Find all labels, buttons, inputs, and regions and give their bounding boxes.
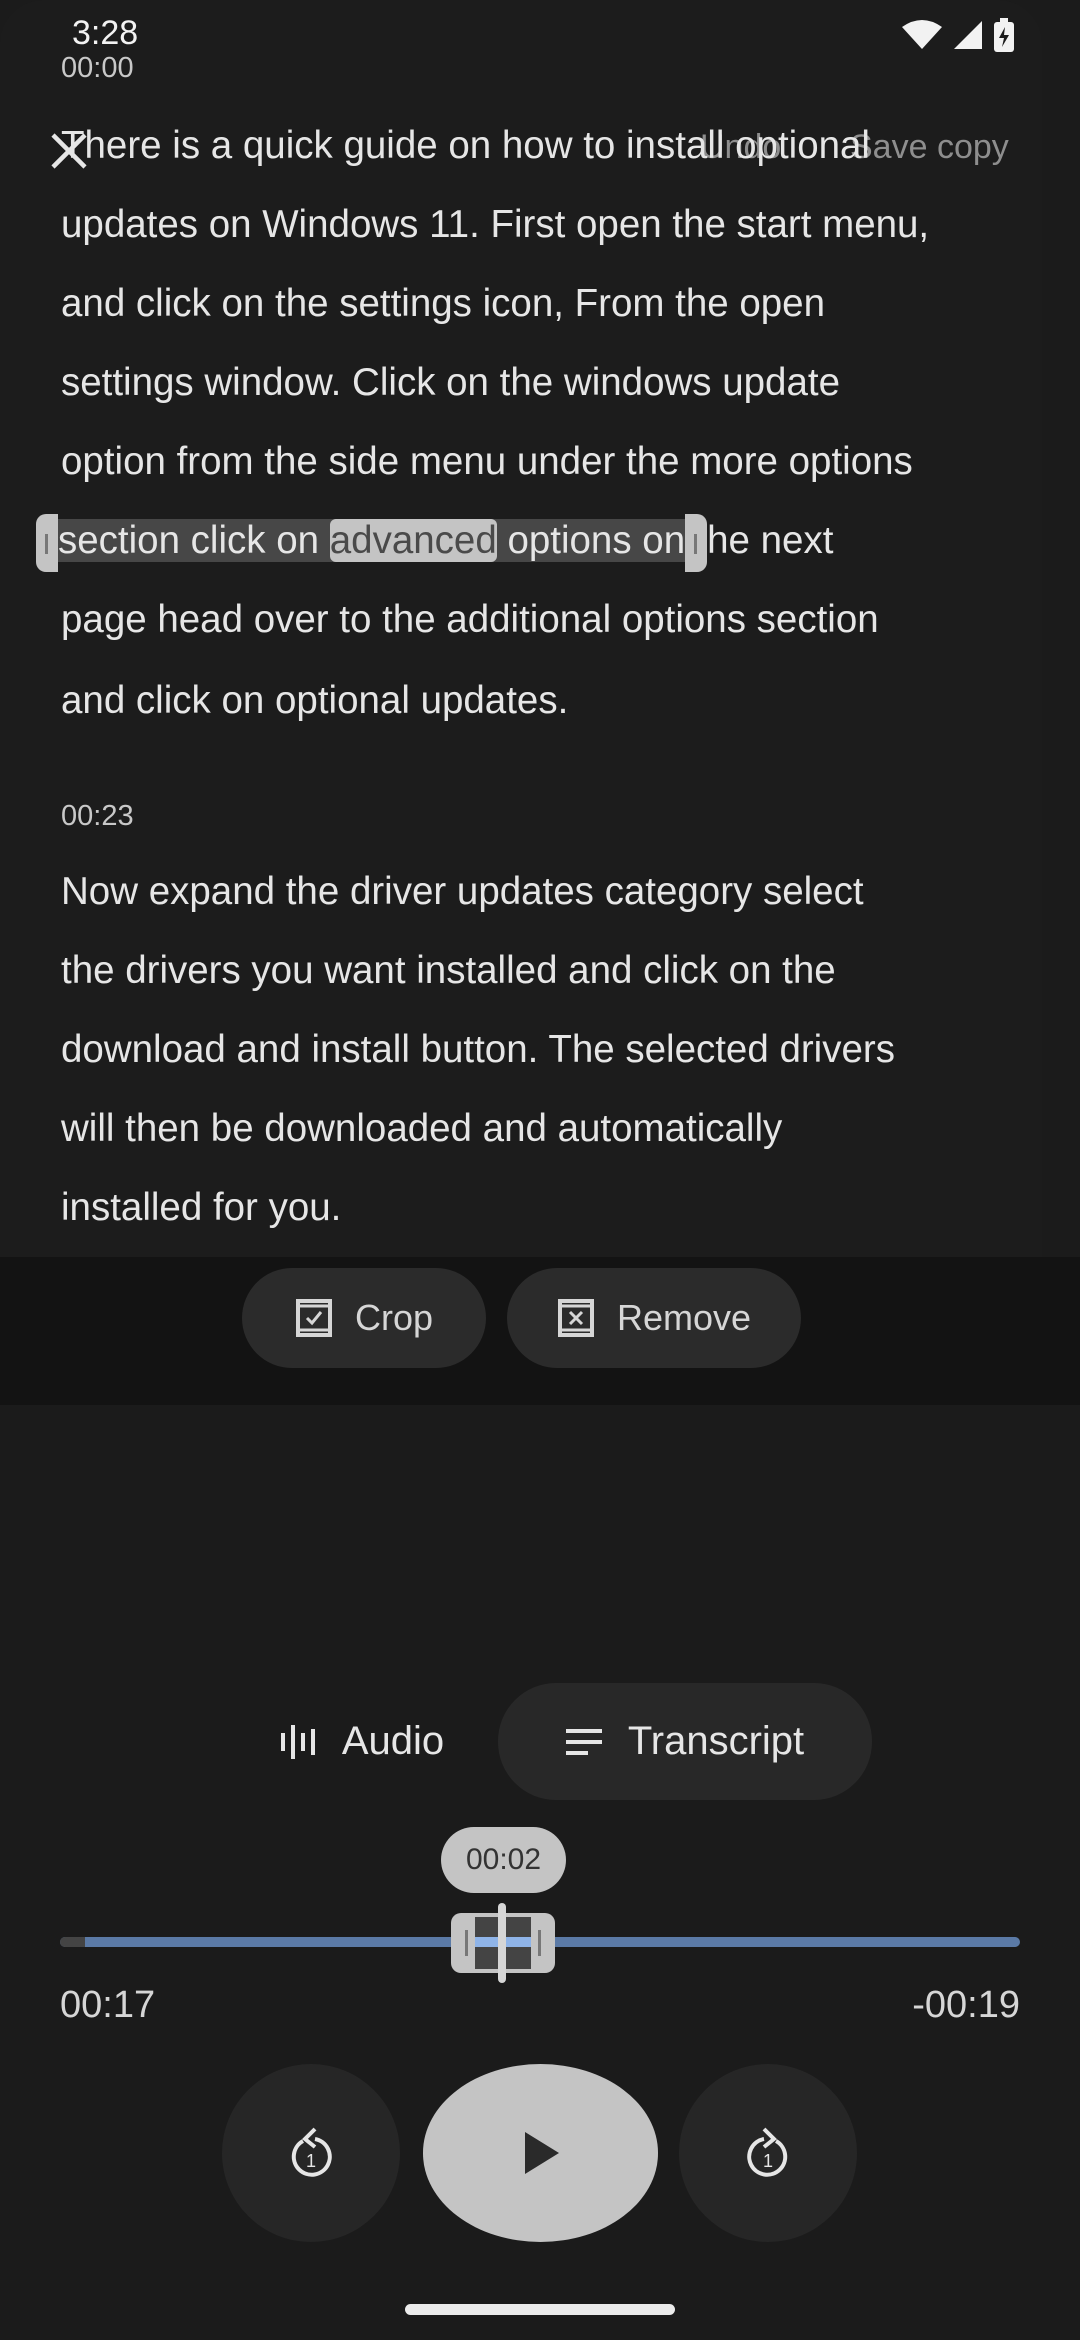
edit-actions-bar: Crop Remove xyxy=(0,1257,1080,1405)
transcript-tab[interactable]: Transcript xyxy=(498,1683,872,1800)
play-icon xyxy=(524,2132,559,2174)
remove-label: Remove xyxy=(616,1297,752,1338)
transcript-line[interactable]: and click on the settings icon, From the… xyxy=(61,274,825,334)
selection-start-handle[interactable] xyxy=(36,513,58,572)
remaining-time: -00:19 xyxy=(912,1984,1020,2026)
transcript-line[interactable]: the drivers you want installed and click… xyxy=(61,941,836,1001)
waveform-icon xyxy=(280,1724,315,1759)
transcript-line[interactable]: option from the side menu under the more… xyxy=(61,432,913,492)
play-button[interactable] xyxy=(423,2064,658,2242)
transcript-line[interactable]: page head over to the additional options… xyxy=(61,590,879,650)
crop-icon xyxy=(295,1299,332,1337)
seek-track-start xyxy=(60,1937,85,1947)
playhead[interactable] xyxy=(498,1903,506,1983)
selected-transcript-line[interactable]: section click on advanced options on he n… xyxy=(36,511,833,572)
transcript-scroll[interactable]: 00:00 There is a quick guide on how to i… xyxy=(0,0,1080,1257)
timestamp[interactable]: 00:23 xyxy=(61,800,134,833)
transcript-card: 00:00 There is a quick guide on how to i… xyxy=(0,0,1080,1405)
home-indicator[interactable] xyxy=(405,2304,675,2315)
forward-button[interactable]: 1 xyxy=(679,2064,857,2242)
rewind-seconds: 1 xyxy=(306,2151,316,2171)
transcript-line[interactable]: Now expand the driver updates category s… xyxy=(61,862,864,922)
elapsed-time: 00:17 xyxy=(60,1984,156,2026)
transcript-line[interactable]: updates on Windows 11. First open the st… xyxy=(61,195,929,255)
selected-word: advanced xyxy=(329,519,497,562)
forward-icon: 1 xyxy=(747,2127,788,2177)
transcript-line[interactable]: download and install button. The selecte… xyxy=(61,1020,895,1080)
transcript-line[interactable]: and click on optional updates. xyxy=(61,671,568,731)
selection-end-handle[interactable] xyxy=(685,513,708,572)
crop-button[interactable]: Crop xyxy=(242,1268,486,1368)
transcript-line[interactable]: settings window. Click on the windows up… xyxy=(61,353,840,413)
selection-text: section click on xyxy=(58,519,330,562)
selection-highlight: section click on advanced options on xyxy=(58,519,686,562)
selection-duration-tooltip: 00:02 xyxy=(441,1827,566,1893)
transcript-line[interactable]: installed for you. xyxy=(61,1178,341,1238)
audio-label: Audio xyxy=(341,1719,445,1763)
audio-tab[interactable]: Audio xyxy=(226,1683,498,1800)
unselected-text: he next xyxy=(707,519,834,562)
remove-icon xyxy=(557,1299,594,1337)
transcript-line[interactable]: There is a quick guide on how to install… xyxy=(61,116,870,176)
rewind-icon: 1 xyxy=(291,2127,332,2177)
forward-seconds: 1 xyxy=(763,2151,773,2171)
transcript-label: Transcript xyxy=(627,1719,805,1763)
remove-button[interactable]: Remove xyxy=(507,1268,801,1368)
crop-label: Crop xyxy=(354,1297,434,1338)
timestamp[interactable]: 00:00 xyxy=(61,52,134,85)
transcript-line[interactable]: will then be downloaded and automaticall… xyxy=(61,1099,782,1159)
rewind-button[interactable]: 1 xyxy=(222,2064,400,2242)
lines-icon xyxy=(565,1728,602,1755)
selection-text: options on xyxy=(496,519,686,562)
